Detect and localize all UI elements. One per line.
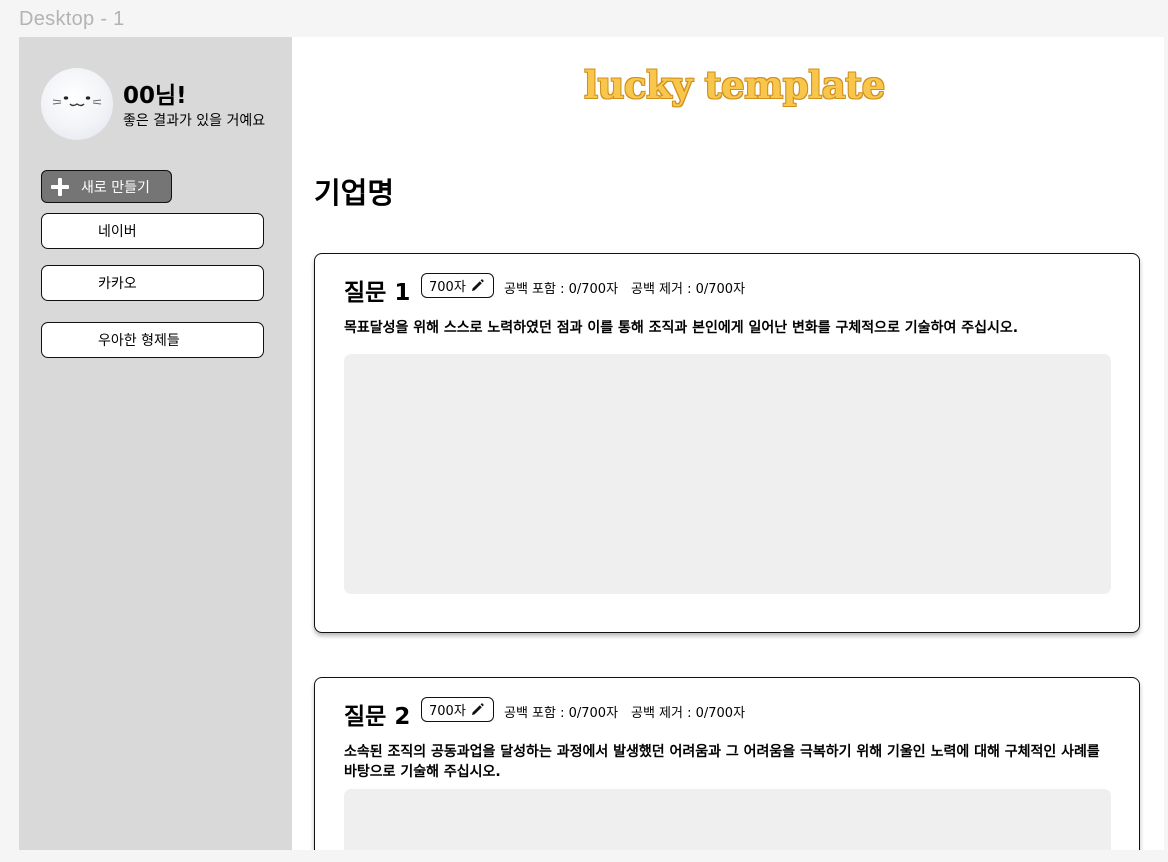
new-button[interactable]: 새로 만들기 <box>41 170 172 203</box>
sidebar-item-label: 네이버 <box>98 224 137 240</box>
sidebar-item-company[interactable]: 우아한 형제들 <box>41 322 264 358</box>
question-label: 질문 2 <box>344 704 411 730</box>
char-limit-button[interactable]: 700자 <box>421 273 494 298</box>
sidebar-item-company[interactable]: 네이버 <box>41 213 264 249</box>
greeting-name: 00님! <box>123 83 187 109</box>
sidebar-item-label: 카카오 <box>98 276 137 292</box>
char-limit-label: 700자 <box>429 280 466 295</box>
app-frame: 00님! 좋은 결과가 있을 거예요 새로 만들기 네이버 카카오 우아한 형제… <box>19 37 1164 850</box>
cat-face-icon <box>52 96 102 107</box>
new-button-label: 새로 만들기 <box>81 179 150 196</box>
plus-icon <box>51 177 69 196</box>
frame-title: Desktop - 1 <box>19 8 125 30</box>
question-card: 질문 1 700자 공백 포함 : 0/700자 공백 제거 : 0/700자 … <box>314 253 1140 633</box>
pencil-icon <box>471 703 484 715</box>
count-without-spaces: 공백 제거 : 0/700자 <box>631 706 746 721</box>
greeting-subtitle: 좋은 결과가 있을 거예요 <box>123 113 266 129</box>
answer-textarea[interactable] <box>344 789 1111 850</box>
count-with-spaces: 공백 포함 : 0/700자 <box>504 706 619 721</box>
sidebar-item-label: 우아한 형제들 <box>98 333 180 349</box>
sidebar: 00님! 좋은 결과가 있을 거예요 새로 만들기 네이버 카카오 우아한 형제… <box>19 37 292 850</box>
count-with-spaces: 공백 포함 : 0/700자 <box>504 282 619 297</box>
question-text: 소속된 조직의 공동과업을 달성하는 과정에서 발생했던 어려움과 그 어려움을… <box>344 744 1100 780</box>
answer-textarea[interactable] <box>344 354 1111 594</box>
avatar[interactable] <box>41 68 113 140</box>
question-label: 질문 1 <box>344 280 411 306</box>
question-card: 질문 2 700자 공백 포함 : 0/700자 공백 제거 : 0/700자 … <box>314 677 1140 850</box>
char-limit-button[interactable]: 700자 <box>421 697 494 722</box>
pencil-icon <box>471 279 484 291</box>
count-without-spaces: 공백 제거 : 0/700자 <box>631 282 746 297</box>
question-text: 목표달성을 위해 스스로 노력하였던 점과 이를 통해 조직과 본인에게 일어난… <box>344 320 1019 336</box>
logo: lucky template <box>584 63 885 107</box>
char-limit-label: 700자 <box>429 704 466 719</box>
sidebar-item-company[interactable]: 카카오 <box>41 265 264 301</box>
page-title: 기업명 <box>314 176 395 210</box>
